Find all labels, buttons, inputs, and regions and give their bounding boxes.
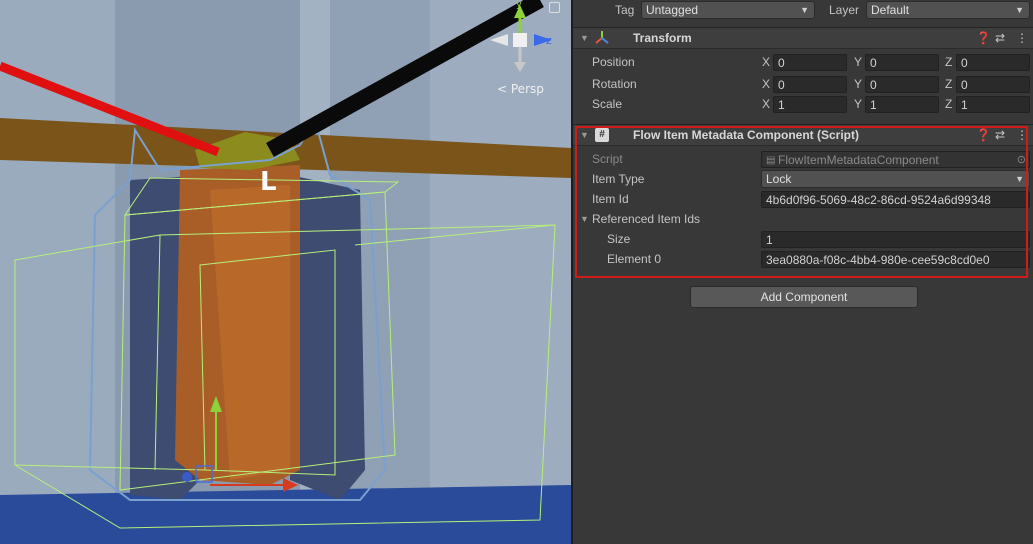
position-y-field[interactable]: 0 [865,54,939,71]
position-label: Position [592,55,635,69]
scene-view[interactable]: z y L < Persp [0,0,571,544]
axis-y-label[interactable]: Y [854,74,862,94]
presets-icon[interactable]: ⇄ [995,31,1005,45]
object-label: L [260,167,277,197]
projection-label: Persp [510,82,544,96]
help-icon[interactable]: ❓ [976,128,991,142]
scale-x-field[interactable]: 1 [773,96,847,113]
scale-label: Scale [592,97,623,111]
axis-x-label[interactable]: X [762,52,770,72]
item-id-row: Item Id 4b6d0f96-5069-48c2-86cd-9524a6d9… [573,189,1033,209]
more-icon[interactable]: ⋮ [1016,31,1028,45]
referenced-ids-row[interactable]: ▼ Referenced Item Ids [573,209,1033,229]
chevron-down-icon: ▼ [1015,174,1024,184]
script-component-title: Flow Item Metadata Component (Script) [633,128,860,142]
add-component-button[interactable]: Add Component [690,286,918,308]
axis-y-label[interactable]: Y [854,52,862,72]
size-row: Size 1 [573,229,1033,249]
scale-y-field[interactable]: 1 [865,96,939,113]
chevron-down-icon: ▼ [1015,5,1024,15]
gizmo-y-label: y [516,0,522,10]
axis-z-label[interactable]: Z [945,52,952,72]
tag-label: Tag [615,3,635,17]
item-id-label: Item Id [592,192,629,206]
help-icon[interactable]: ❓ [976,31,991,45]
transform-row-rotation: Rotation X 0 Y 0 Z 0 [573,74,1033,94]
axis-x-label[interactable]: X [762,74,770,94]
more-icon[interactable]: ⋮ [1016,128,1028,142]
scale-z-field[interactable]: 1 [956,96,1030,113]
script-component-header[interactable]: ▼ # Flow Item Metadata Component (Script… [573,124,1033,146]
axis-y-label[interactable]: Y [854,94,862,114]
transform-row-position: Position X 0 Y 0 Z 0 [573,52,1033,72]
scene-canvas[interactable]: z y L [0,0,571,544]
layer-value: Default [871,3,910,17]
element0-row: Element 0 3ea0880a-f08c-4bb4-980e-cee59c… [573,249,1033,269]
object-picker-icon: ⊙ [1016,154,1026,166]
item-type-value: Lock [766,172,792,186]
rotation-label: Rotation [592,77,637,91]
position-z-field[interactable]: 0 [956,54,1030,71]
gizmo-z-label: z [546,34,552,47]
item-id-field[interactable]: 4b6d0f96-5069-48c2-86cd-9524a6d99348 [761,191,1030,208]
element0-label: Element 0 [607,252,662,266]
position-x-field[interactable]: 0 [773,54,847,71]
lock-icon[interactable] [549,2,560,13]
script-icon: # [595,128,609,142]
fold-arrow-icon[interactable]: ▼ [580,130,589,140]
axis-z-label[interactable]: Z [945,94,952,114]
script-file-icon: ▤ [766,155,776,166]
rotation-z-field[interactable]: 0 [956,76,1030,93]
transform-axes-icon [595,30,609,44]
projection-toggle[interactable]: < Persp [497,82,544,96]
axis-z-label[interactable]: Z [945,74,952,94]
script-row: Script ▤ FlowItemMetadataComponent ⊙ [573,149,1033,169]
element0-field[interactable]: 3ea0880a-f08c-4bb4-980e-cee59c8cd0e0 [761,251,1030,268]
transform-title: Transform [633,31,692,45]
size-field[interactable]: 1 [761,231,1030,248]
transform-row-scale: Scale X 1 Y 1 Z 1 [573,94,1033,114]
script-value: FlowItemMetadataComponent [778,153,939,167]
axis-x-label[interactable]: X [762,94,770,114]
tag-value: Untagged [646,3,699,17]
fold-arrow-icon[interactable]: ▼ [580,33,589,43]
layer-dropdown[interactable]: Default ▼ [866,1,1030,19]
script-field: ▤ FlowItemMetadataComponent ⊙ [761,151,1030,168]
fold-arrow-icon[interactable]: ▼ [580,214,589,224]
script-label: Script [592,152,623,166]
inspector-panel: Tag Untagged ▼ Layer Default ▼ ▼ Transfo… [573,0,1033,544]
presets-icon[interactable]: ⇄ [995,128,1005,142]
size-label: Size [607,232,631,246]
item-type-dropdown[interactable]: Lock ▼ [761,170,1030,188]
rotation-y-field[interactable]: 0 [865,76,939,93]
item-type-label: Item Type [592,172,645,186]
rotation-x-field[interactable]: 0 [773,76,847,93]
referenced-ids-label: Referenced Item Ids [592,212,701,226]
transform-header[interactable]: ▼ Transform ❓ ⇄ ⋮ [573,27,1033,49]
tag-dropdown[interactable]: Untagged ▼ [641,1,815,19]
chevron-down-icon: ▼ [800,5,809,15]
layer-label: Layer [829,3,860,17]
item-type-row: Item Type Lock ▼ [573,169,1033,189]
